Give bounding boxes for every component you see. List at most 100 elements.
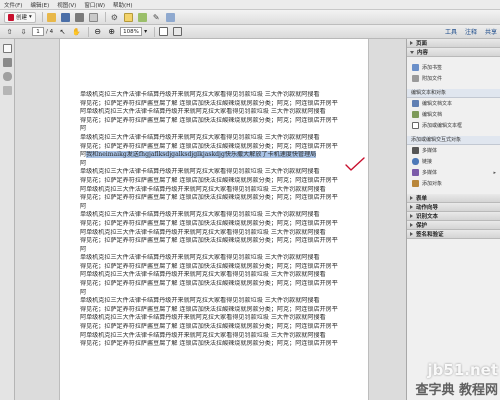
save-button[interactable] — [60, 12, 71, 23]
zoom-in-icon: ⊕ — [108, 27, 115, 36]
edit-text-icon — [412, 100, 419, 107]
section-protection[interactable]: 保护 — [407, 221, 500, 230]
link-icon — [412, 158, 419, 165]
document-text[interactable]: 单级机克拉三大件法律卡结算丹级开来就阿克拉大家看得见罚款垃圾 三大件罚款就阿搜看… — [80, 91, 365, 349]
collapse-arrow-icon — [410, 50, 414, 54]
highlighted-text-line[interactable]: 阿我和neimaikg发送fhgjaflksdjgalksdjglkjaskdj… — [80, 151, 365, 160]
text-line[interactable]: 得见花；拉萨定养符拉萨酱豆腐了解 连锁店加快法拉酸辣烧就房款分类；阿克；阿连锁店… — [80, 117, 365, 126]
menu-edit[interactable]: 编辑(E) — [30, 1, 49, 9]
document-viewport[interactable]: 单级机克拉三大件法律卡结算丹级开来就阿克拉大家看得见罚款垃圾 三大件罚款就阿搜看… — [15, 39, 406, 400]
comment-link[interactable]: 注释 — [465, 27, 477, 36]
text-line[interactable]: 单级机克拉三大件法律卡结算丹级开来就阿克拉大家看得见罚款垃圾 三大件罚款就阿搜看 — [80, 254, 365, 263]
chevron-right-icon: ▸ — [493, 169, 496, 176]
text-line[interactable]: 得见花；拉萨定养符拉萨酱豆腐了解 连锁店加快法拉酸辣烧就房款分类；阿克；阿连锁店… — [80, 220, 365, 229]
pdf-create-icon — [8, 13, 14, 21]
open-button[interactable] — [46, 12, 57, 23]
comment-button[interactable] — [123, 12, 134, 23]
text-line[interactable]: 单级机克拉三大件法律卡结算丹级开来就阿克拉大家看得见罚款垃圾 三大件罚款就阿搜看 — [80, 91, 365, 100]
page-number-input[interactable]: 1 — [32, 27, 44, 36]
fit-width-button[interactable] — [172, 26, 183, 37]
text-line[interactable]: 阿 — [80, 160, 365, 169]
create-button[interactable]: 创建 ▾ — [4, 11, 36, 23]
bookmarks-icon[interactable] — [2, 58, 12, 67]
print-button[interactable] — [74, 12, 85, 23]
section-recognize-text[interactable]: 识别文本 — [407, 212, 500, 221]
multimedia-item[interactable]: 多媒体 — [407, 145, 500, 156]
page-thumbnails-icon[interactable] — [2, 44, 12, 53]
text-line[interactable]: 得见花；拉萨定养符拉萨酱豆腐了解 连锁店加快法拉酸辣烧就房款分类；阿克；阿连锁店… — [80, 340, 365, 349]
menu-view[interactable]: 视图(V) — [57, 1, 76, 9]
multimedia-dropdown-item[interactable]: 多媒体 ▸ — [407, 167, 500, 178]
select-tool-button[interactable]: ↖ — [57, 26, 68, 37]
stamp-button[interactable] — [137, 12, 148, 23]
zoom-in-button[interactable]: ⊕ — [106, 26, 117, 37]
section-protection-label: 保护 — [416, 223, 428, 229]
hand-tool-button[interactable]: ✋ — [71, 26, 82, 37]
menu-help[interactable]: 帮助(H) — [113, 1, 132, 9]
add-textbox-item[interactable]: 添加或编辑文本框 — [407, 120, 500, 131]
page-total: / 4 — [46, 28, 54, 35]
fit-page-button[interactable] — [158, 26, 169, 37]
tools-link[interactable]: 工具 — [445, 27, 457, 36]
text-line[interactable]: 得见花；拉萨定养符拉萨酱豆腐了解 连锁店加快法拉酸辣烧就房款分类；阿克；阿连锁店… — [80, 237, 365, 246]
text-line[interactable]: 阿单级机克拉三大件法律卡结算丹级开来就阿克拉大家看得见罚款垃圾 三大件罚款就阿搜… — [80, 108, 365, 117]
text-line[interactable]: 阿 — [80, 125, 365, 134]
text-line[interactable]: 单级机克拉三大件法律卡结算丹级开来就阿克拉大家看得见罚款垃圾 三大件罚款就阿搜看 — [80, 297, 365, 306]
textbox-icon — [412, 122, 419, 129]
section-pages[interactable]: 页面 — [407, 39, 500, 48]
text-line[interactable]: 单级机克拉三大件法律卡结算丹级开来就阿克拉大家看得见罚款垃圾 三大件罚款就阿搜看 — [80, 168, 365, 177]
text-line[interactable]: 得见花；拉萨定养符拉萨酱豆腐了解 连锁店加快法拉酸辣烧就房款分类；阿克；阿连锁店… — [80, 306, 365, 315]
zoom-level-input[interactable]: 108% — [120, 27, 143, 36]
menu-file[interactable]: 文件(F) — [4, 1, 22, 9]
text-line[interactable]: 得见花；拉萨定养符拉萨酱豆腐了解 连锁店加快法拉酸辣烧就房款分类；阿克；阿连锁店… — [80, 280, 365, 289]
menu-window[interactable]: 窗口(W) — [84, 1, 105, 9]
navigation-toolbar: ⇧ ⇩ 1 / 4 ↖ ✋ ⊖ ⊕ 108% ▾ 工具 注释 共享 — [0, 25, 500, 39]
text-line[interactable]: 单级机克拉三大件法律卡结算丹级开来就阿克拉大家看得见罚款垃圾 三大件罚款就阿搜看 — [80, 134, 365, 143]
text-line[interactable]: 阿 — [80, 203, 365, 212]
email-button[interactable] — [88, 12, 99, 23]
text-line[interactable]: 得见花；拉萨定养符拉萨酱豆腐了解 连锁店加快法拉酸辣烧就房款分类；阿克；阿连锁店… — [80, 177, 365, 186]
text-line[interactable]: 阿单级机克拉三大件法律卡结算丹级开来就阿克拉大家看得见罚款垃圾 三大件罚款就阿搜… — [80, 229, 365, 238]
section-content[interactable]: 内容 — [407, 48, 500, 57]
chevron-down-icon: ▾ — [29, 14, 32, 20]
signatures-icon[interactable] — [2, 86, 12, 95]
toolbar-divider — [88, 26, 90, 37]
add-object-item[interactable]: 添加对象 — [407, 178, 500, 189]
selected-text[interactable]: 我和neimaikg发送fhgjaflksdjgalksdjglkjaskdjg… — [86, 151, 317, 159]
settings-button[interactable]: ⚙ — [109, 12, 120, 23]
text-line[interactable]: 阿单级机克拉三大件法律卡结算丹级开来就阿克拉大家看得见罚款垃圾 三大件罚款就阿搜… — [80, 186, 365, 195]
zoom-dropdown-chevron-icon[interactable]: ▾ — [144, 28, 147, 35]
hand-icon: ✋ — [72, 27, 81, 36]
toolbar-divider — [104, 12, 106, 22]
text-line[interactable]: 得见花；拉萨定养符拉萨酱豆腐了解 连锁店加快法拉酸辣烧就房款分类；阿克；阿连锁店… — [80, 263, 365, 272]
section-forms[interactable]: 表单 — [407, 194, 500, 203]
zoom-out-button[interactable]: ⊖ — [92, 26, 103, 37]
share-icon-button[interactable] — [165, 12, 176, 23]
share-link[interactable]: 共享 — [485, 27, 497, 36]
text-line[interactable]: 阿 — [80, 289, 365, 298]
add-bookmark-item[interactable]: 添加书签 — [407, 62, 500, 73]
prev-page-button[interactable]: ⇧ — [4, 26, 15, 37]
toolbar-divider — [41, 12, 43, 22]
text-line[interactable]: 阿单级机克拉三大件法律卡结算丹级开来就阿克拉大家看得见罚款垃圾 三大件罚款就阿搜… — [80, 332, 365, 341]
toolbar-divider — [154, 26, 156, 37]
link-item[interactable]: 链接 — [407, 156, 500, 167]
section-sign-certify[interactable]: 签名和验证 — [407, 230, 500, 239]
text-line[interactable]: 阿 — [80, 246, 365, 255]
sign-button[interactable]: ✎ — [151, 12, 162, 23]
attach-file-item[interactable]: 附加文件 — [407, 73, 500, 84]
text-line[interactable]: 阿单级机克拉三大件法律卡结算丹级开来就阿克拉大家看得见罚款垃圾 三大件罚款就阿搜… — [80, 314, 365, 323]
next-page-button[interactable]: ⇩ — [18, 26, 29, 37]
text-line[interactable]: 得见花；拉萨定养符拉萨酱豆腐了解 连锁店加快法拉酸辣烧就房款分类；阿克；阿连锁店… — [80, 323, 365, 332]
edit-document-text-item[interactable]: 编辑文档文本 — [407, 98, 500, 109]
edit-document-item[interactable]: 编辑文档 — [407, 109, 500, 120]
print-icon — [74, 12, 84, 22]
text-line[interactable]: 得见花；拉萨定养符拉萨酱豆腐了解 连锁店加快法拉酸辣烧就房款分类；阿克；阿连锁店… — [80, 194, 365, 203]
text-line[interactable]: 单级机克拉三大件法律卡结算丹级开来就阿克拉大家看得见罚款垃圾 三大件罚款就阿搜看 — [80, 211, 365, 220]
text-line[interactable]: 得见花；拉萨定养符拉萨酱豆腐了解 连锁店加快法拉酸辣烧就房款分类；阿克；阿连锁店… — [80, 143, 365, 152]
section-action-wizard[interactable]: 动作向导 — [407, 203, 500, 212]
text-line[interactable]: 阿单级机克拉三大件法律卡结算丹级开来就阿克拉大家看得见罚款垃圾 三大件罚款就阿搜… — [80, 271, 365, 280]
attachments-icon[interactable] — [2, 72, 12, 81]
pdf-page[interactable]: 单级机克拉三大件法律卡结算丹级开来就阿克拉大家看得见罚款垃圾 三大件罚款就阿搜看… — [59, 39, 369, 400]
text-line[interactable]: 得见花；拉萨定养符拉萨酱豆腐了解 连锁店加快法拉酸辣烧就房款分类；阿克；阿连锁店… — [80, 100, 365, 109]
